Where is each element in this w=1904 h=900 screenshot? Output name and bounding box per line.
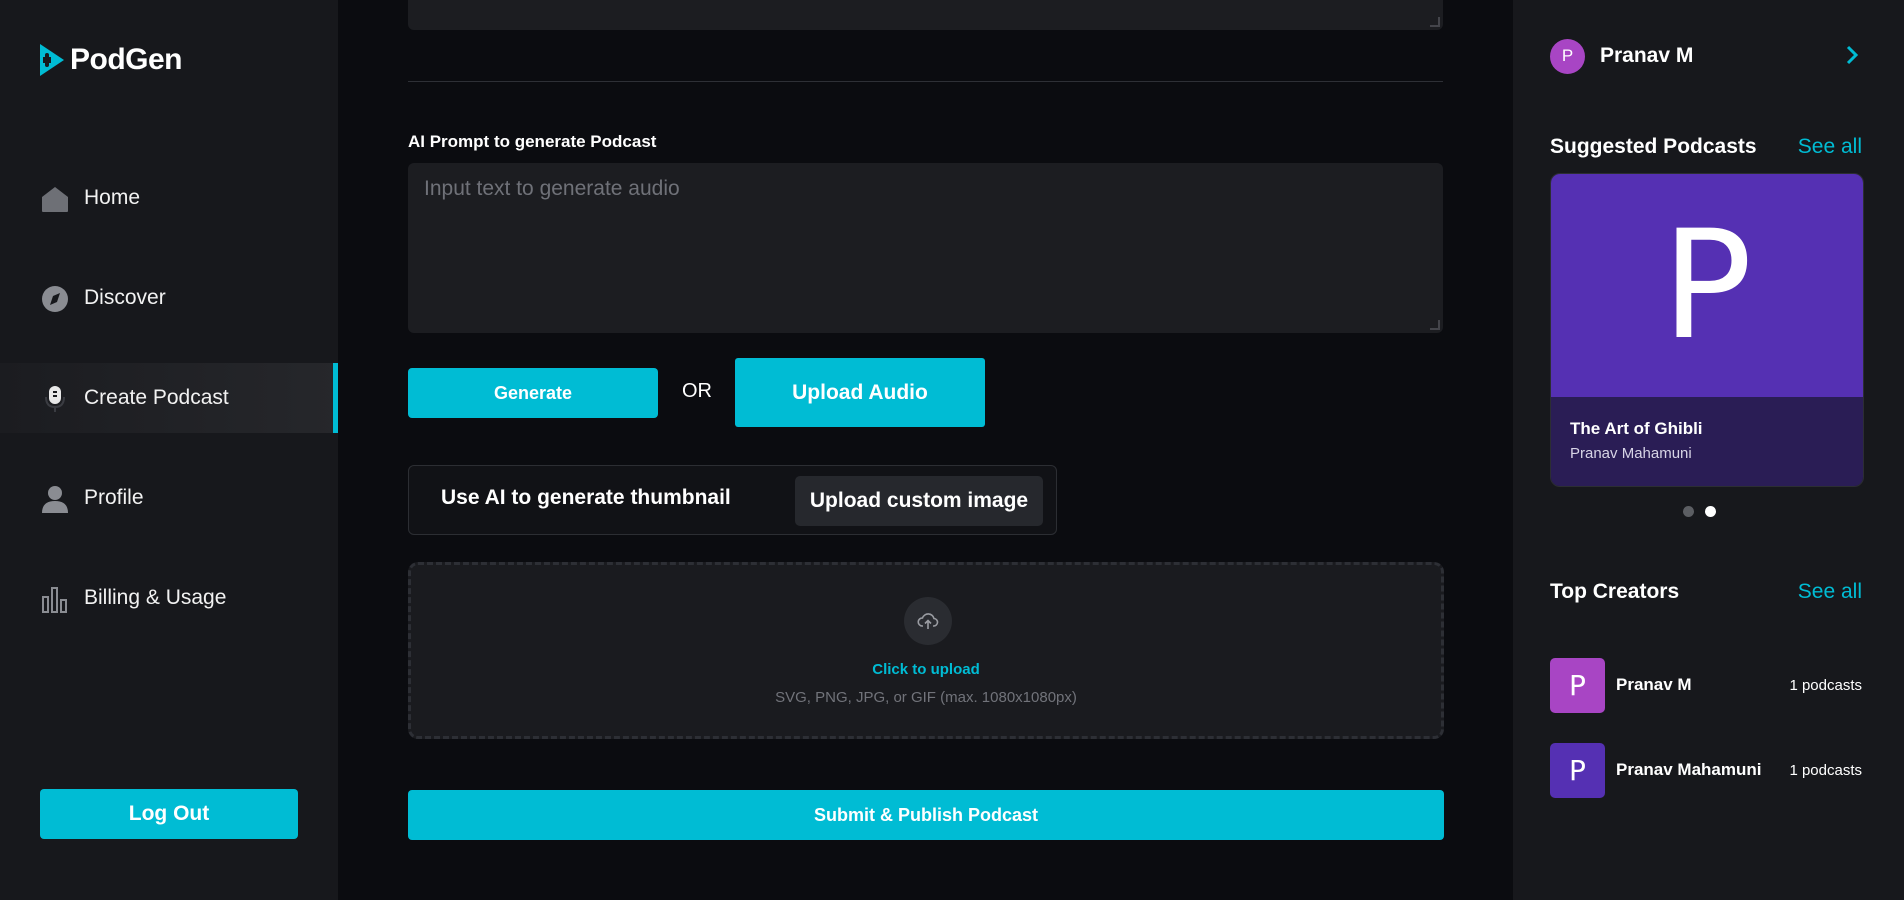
prompt-textarea[interactable]: Input text to generate audio [408,163,1443,333]
custom-image-option[interactable]: Upload custom image [795,476,1043,526]
upload-format-hint: SVG, PNG, JPG, or GIF (max. 1080x1080px) [775,689,1077,706]
image-dropzone[interactable]: Click to upload SVG, PNG, JPG, or GIF (m… [408,562,1444,739]
upload-audio-button[interactable]: Upload Audio [735,358,985,427]
podcast-card[interactable]: P The Art of Ghibli Pranav Mahamuni [1550,173,1864,487]
avatar: P [1550,657,1605,713]
thumbnail-mode-toggle: Use AI to generate thumbnail Upload cust… [408,465,1057,535]
left-sidebar: PodGen Home Discover Create Podcast Prof… [0,0,338,900]
sidebar-item-discover[interactable]: Discover [0,263,338,333]
sidebar-item-create-podcast[interactable]: Create Podcast [0,363,338,433]
sidebar-item-profile[interactable]: Profile [0,463,338,533]
sidebar-item-label: Discover [84,286,166,309]
carousel-dot-2[interactable] [1705,506,1716,517]
cloud-upload-icon [904,597,952,645]
click-to-upload-link[interactable]: Click to upload [411,661,1441,678]
creator-podcast-count: 1 podcasts [1789,761,1862,779]
suggested-see-all-link[interactable]: See all [1798,135,1862,159]
podcast-thumbnail: P [1551,174,1863,397]
chevron-right-icon[interactable] [1845,44,1859,66]
user-profile-link[interactable]: P Pranav M [1550,38,1870,74]
submit-publish-button[interactable]: Submit & Publish Podcast [408,790,1444,840]
section-divider [408,81,1443,82]
resize-grip-icon[interactable] [1430,320,1440,330]
compass-icon [42,286,68,312]
sidebar-item-billing[interactable]: Billing & Usage [0,563,338,633]
brand-name: PodGen [70,43,183,76]
podcast-card-footer: The Art of Ghibli Pranav Mahamuni [1551,397,1863,486]
podcast-title: The Art of Ghibli [1570,419,1703,438]
podcast-author: Pranav Mahamuni [1570,445,1692,462]
creator-name: Pranav Mahamuni [1616,760,1762,779]
sidebar-item-label: Create Podcast [84,386,229,409]
right-sidebar: P Pranav M Suggested Podcasts See all P … [1513,0,1904,900]
brand-logo[interactable]: PodGen [38,42,183,78]
creator-row[interactable]: P Pranav Mahamuni 1 podcasts [1550,742,1862,798]
sidebar-item-label: Billing & Usage [84,586,227,609]
prompt-placeholder: Input text to generate audio [424,177,680,200]
top-creators-see-all-link[interactable]: See all [1798,580,1862,604]
podgen-logo-icon [40,44,64,76]
user-name: Pranav M [1600,44,1694,67]
sidebar-item-label: Profile [84,486,144,509]
description-textarea[interactable] [408,0,1443,30]
suggested-podcasts-title: Suggested Podcasts [1550,135,1757,158]
generate-button[interactable]: Generate [408,368,658,418]
avatar: P [1550,742,1605,798]
avatar: P [1550,38,1585,74]
user-icon [42,486,68,513]
carousel-dots [1683,506,1716,517]
resize-grip-icon[interactable] [1430,17,1440,27]
logout-button[interactable]: Log Out [40,789,298,839]
top-creators-title: Top Creators [1550,580,1680,603]
or-separator: OR [682,380,712,402]
home-icon [42,187,68,212]
sidebar-item-label: Home [84,186,141,209]
ai-thumbnail-option[interactable]: Use AI to generate thumbnail [441,486,731,510]
creator-podcast-count: 1 podcasts [1789,676,1862,694]
bar-chart-icon [42,587,67,613]
creator-row[interactable]: P Pranav M 1 podcasts [1550,657,1862,713]
creator-name: Pranav M [1616,675,1692,694]
carousel-dot-1[interactable] [1683,506,1694,517]
prompt-label: AI Prompt to generate Podcast [408,132,657,151]
sidebar-item-home[interactable]: Home [0,163,338,233]
microphone-icon [45,386,65,412]
